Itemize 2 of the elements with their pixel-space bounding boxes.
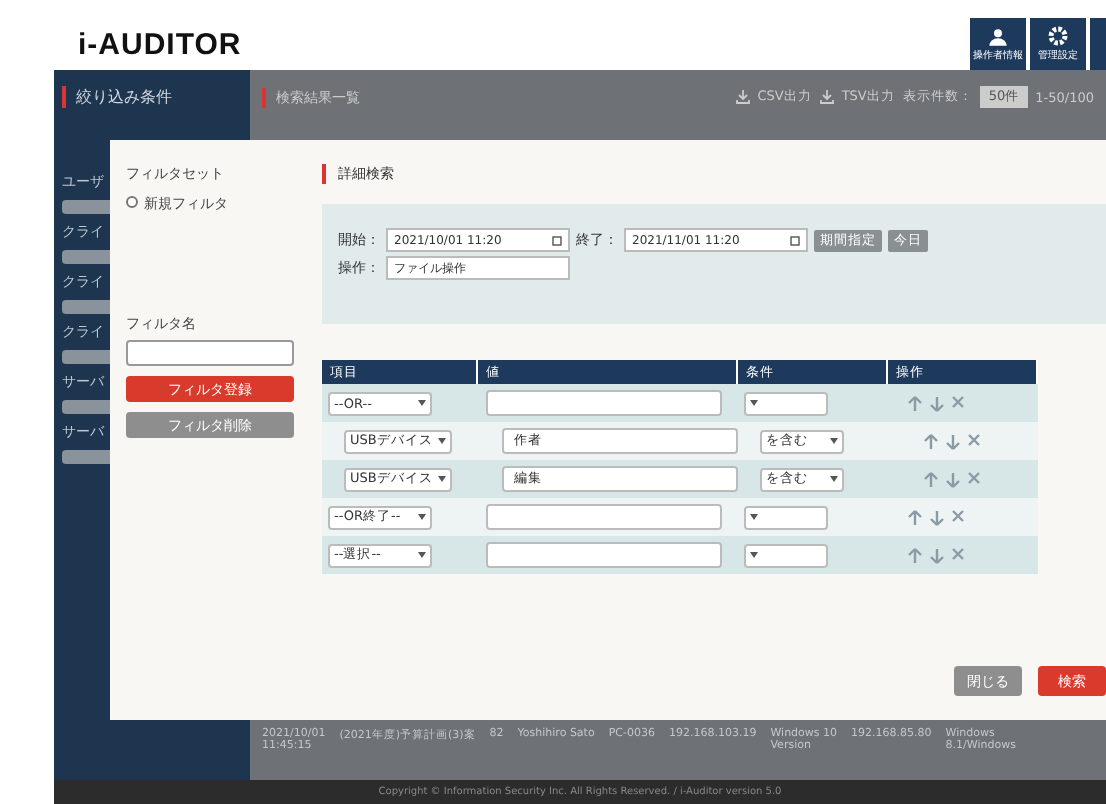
sidebar-title: 絞り込み条件 [62, 86, 242, 108]
app-logo: i-AUDITOR [78, 27, 244, 61]
